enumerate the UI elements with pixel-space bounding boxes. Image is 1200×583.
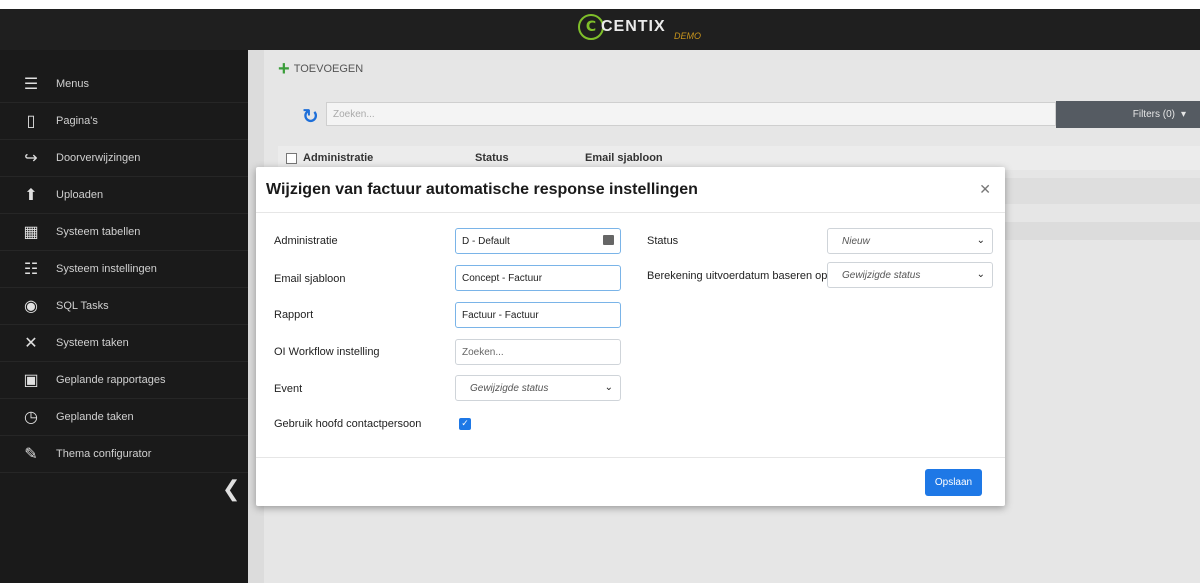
tools-icon: ✕ — [24, 335, 38, 352]
sidebar-item-label: Pagina's — [56, 115, 98, 127]
sidebar-item-geplande-rapportages[interactable]: ▣ Geplande rapportages — [0, 362, 248, 399]
sidebar-item-label: Systeem instellingen — [56, 263, 157, 275]
sidebar-item-systeem-taken[interactable]: ✕ Systeem taken — [0, 325, 248, 362]
top-strip — [0, 0, 1200, 9]
sidebar: ☰ Menus ▯ Pagina's ↪ Doorverwijzingen ⬆ … — [0, 50, 248, 583]
page-icon: ▯ — [26, 113, 36, 130]
sidebar-item-label: Menus — [56, 78, 90, 90]
berekening-label: Berekening uitvoerdatum baseren op — [647, 270, 828, 282]
filters-button[interactable]: Filters (0) ▾ — [1056, 101, 1200, 128]
administratie-label: Administratie — [274, 235, 338, 247]
add-label: TOEVOEGEN — [293, 63, 364, 75]
refresh-icon[interactable]: ↻ — [302, 104, 319, 128]
column-header-email-sjabloon[interactable]: Email sjabloon — [585, 152, 663, 164]
modal-footer-divider — [256, 457, 1005, 458]
brush-icon: ✎ — [24, 446, 38, 463]
centix-logo[interactable]: C CENTIX DEMO — [578, 10, 701, 44]
column-header-status[interactable]: Status — [475, 152, 585, 164]
gebruik-hoofd-checkbox[interactable]: ✓ — [459, 418, 471, 430]
redirect-icon: ↪ — [24, 150, 38, 167]
logo-demo: DEMO — [674, 31, 701, 41]
sidebar-item-label: Systeem tabellen — [56, 226, 141, 238]
search-input[interactable]: Zoeken... — [326, 102, 1056, 126]
sidebar-item-sql-tasks[interactable]: ◉ SQL Tasks — [0, 288, 248, 325]
sidebar-item-uploaden[interactable]: ⬆ Uploaden — [0, 177, 248, 214]
chevron-down-icon: ⌄ — [976, 235, 985, 246]
sidebar-item-menus[interactable]: ☰ Menus — [0, 66, 248, 103]
edit-modal: Wijzigen van factuur automatische respon… — [256, 167, 1005, 506]
rapport-label: Rapport — [274, 309, 314, 321]
oi-workflow-search-input[interactable]: Zoeken... — [455, 339, 621, 365]
rapport-value: Factuur - Factuur — [462, 309, 539, 321]
administratie-value: D - Default — [462, 235, 510, 247]
rapport-field[interactable]: Factuur - Factuur — [455, 302, 621, 328]
gebruik-hoofd-label: Gebruik hoofd contactpersoon — [274, 418, 422, 430]
email-sjabloon-value: Concept - Factuur — [462, 272, 543, 284]
upload-icon: ⬆ — [24, 187, 38, 204]
sidebar-item-paginas[interactable]: ▯ Pagina's — [0, 103, 248, 140]
event-select[interactable]: Gewijzigde status ⌄ — [455, 375, 621, 401]
sidebar-item-label: Thema configurator — [56, 448, 152, 460]
chevron-down-icon: ⌄ — [976, 269, 985, 280]
sidebar-item-label: Uploaden — [56, 189, 104, 201]
save-button[interactable]: Opslaan — [925, 469, 982, 496]
sidebar-item-geplande-taken[interactable]: ◷ Geplande taken — [0, 399, 248, 436]
table-icon: ▦ — [23, 224, 39, 241]
chevron-down-icon: ⌄ — [604, 382, 613, 393]
stopwatch-icon: ◷ — [24, 409, 38, 426]
filters-label: Filters (0) — [1132, 109, 1175, 120]
sidebar-item-label: Systeem taken — [56, 337, 129, 349]
status-label: Status — [647, 235, 679, 247]
sidebar-item-thema-configurator[interactable]: ✎ Thema configurator — [0, 436, 248, 473]
email-sjabloon-field[interactable]: Concept - Factuur — [455, 265, 621, 291]
sidebar-item-label: Doorverwijzingen — [56, 152, 141, 164]
plus-icon: + — [278, 58, 290, 80]
oi-workflow-label: OI Workflow instelling — [274, 346, 380, 358]
status-value: Nieuw — [842, 235, 870, 247]
lookup-icon[interactable] — [603, 235, 614, 245]
caret-down-icon: ▾ — [1180, 109, 1186, 120]
oi-workflow-placeholder: Zoeken... — [462, 346, 504, 358]
sidebar-item-label: Geplande taken — [56, 411, 134, 423]
status-select[interactable]: Nieuw ⌄ — [827, 228, 993, 254]
modal-title: Wijzigen van factuur automatische respon… — [266, 180, 698, 198]
add-button[interactable]: + TOEVOEGEN — [278, 58, 364, 80]
email-sjabloon-label: Email sjabloon — [274, 273, 346, 285]
column-header-administratie[interactable]: Administratie — [303, 152, 475, 164]
event-label: Event — [274, 383, 303, 395]
sidebar-item-label: SQL Tasks — [56, 300, 109, 312]
administratie-field[interactable]: D - Default — [455, 228, 621, 254]
select-all-checkbox[interactable] — [286, 152, 297, 164]
berekening-select[interactable]: Gewijzigde status ⌄ — [827, 262, 993, 288]
sidebar-item-systeem-instellingen[interactable]: ☷ Systeem instellingen — [0, 251, 248, 288]
sidebar-item-systeem-tabellen[interactable]: ▦ Systeem tabellen — [0, 214, 248, 251]
logo-text: CENTIX — [601, 18, 666, 35]
top-bar: C CENTIX DEMO — [0, 9, 1200, 50]
hamburger-icon: ☰ — [23, 76, 39, 93]
database-icon: ◉ — [24, 298, 38, 315]
modal-header: Wijzigen van factuur automatische respon… — [256, 167, 1005, 213]
close-icon[interactable]: ✕ — [979, 182, 991, 198]
chevron-left-icon[interactable]: ❮ — [222, 477, 240, 502]
sidebar-item-label: Geplande rapportages — [56, 374, 166, 386]
berekening-value: Gewijzigde status — [842, 269, 921, 281]
calendar-check-icon: ▣ — [23, 372, 39, 389]
sliders-icon: ☷ — [23, 261, 39, 278]
sidebar-item-doorverwijzingen[interactable]: ↪ Doorverwijzingen — [0, 140, 248, 177]
event-value: Gewijzigde status — [470, 382, 549, 394]
